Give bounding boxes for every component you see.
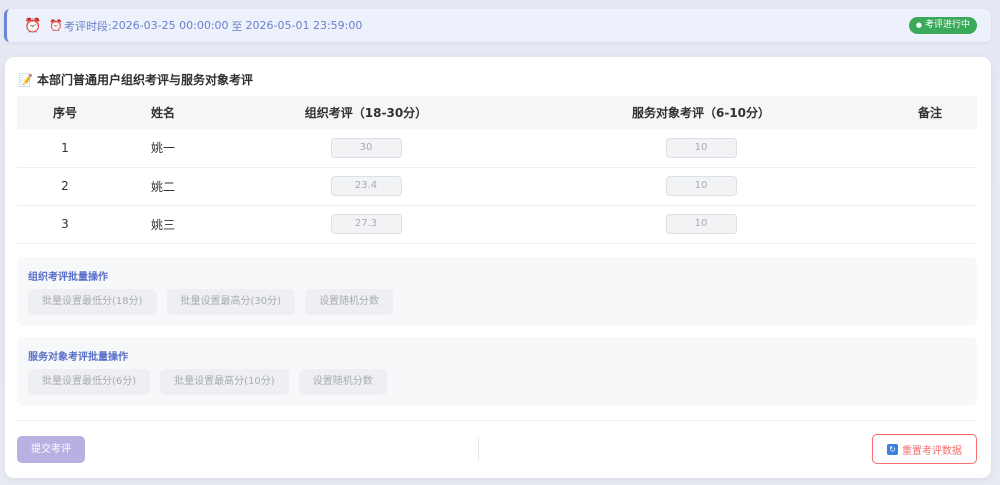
org-score-input[interactable]: 30 (330, 137, 402, 158)
svc-set-max-button[interactable]: 批量设置最高分(10分) (160, 369, 289, 395)
reset-label: 重置考评数据 (902, 445, 962, 457)
card-title: 📝 本部门普通用户组织考评与服务对象考评 (18, 71, 253, 88)
period-end: 2026-05-01 23:59:00 (245, 19, 363, 32)
row-no: 1 (61, 140, 69, 155)
row-no: 3 (61, 217, 69, 231)
alarm-clock-icon: ⏰ (24, 17, 42, 34)
table-header-row: 序号 姓名 组织考评（18-30分） 服务对象考评（6-10分） 备注 (17, 96, 977, 129)
header-note: 备注 (917, 106, 942, 120)
period-start: 2026-03-25 00:00:00 (111, 19, 229, 32)
footer-divider (17, 420, 977, 421)
period-label: 考评时段: (64, 19, 112, 33)
org-score-input[interactable]: 23.4 (330, 176, 402, 196)
svc-score-input[interactable]: 10 (665, 176, 737, 196)
org-set-random-button[interactable]: 设置随机分数 (305, 289, 394, 315)
org-score-input[interactable]: 27.3 (330, 214, 402, 234)
svc-score-input[interactable]: 10 (665, 214, 737, 234)
row-note (883, 167, 977, 205)
org-set-min-button[interactable]: 批量设置最低分(18分) (28, 289, 157, 315)
table-row: 1 姚一 30 10 (17, 129, 977, 167)
svc-score-input[interactable]: 10 (665, 137, 737, 158)
status-dot-icon: ● (915, 21, 922, 29)
row-no: 2 (61, 179, 69, 193)
svc-set-min-button[interactable]: 批量设置最低分(6分) (28, 369, 151, 395)
header-org-score: 组织考评（18-30分） (304, 106, 428, 120)
submit-button[interactable]: 提交考评 (17, 436, 85, 463)
memo-icon: 📝 (18, 72, 33, 87)
row-name: 姚三 (151, 217, 176, 232)
status-badge: ● 考评进行中 (908, 17, 977, 34)
header-svc-score: 服务对象考评（6-10分） (631, 106, 771, 120)
evaluation-card: 📝 本部门普通用户组织考评与服务对象考评 序号 姓名 组织考评（18-30分） … (5, 57, 991, 478)
table-row: 2 姚二 23.4 10 (17, 167, 977, 205)
footer-separator (478, 438, 479, 461)
evaluation-period-banner: ⏰ ⏰ 考评时段: 2026-03-25 00:00:00 至 2026-05-… (4, 9, 991, 42)
evaluation-table: 序号 姓名 组织考评（18-30分） 服务对象考评（6-10分） 备注 1 姚一… (17, 96, 977, 244)
svc-set-random-button[interactable]: 设置随机分数 (298, 369, 387, 395)
period-separator: 至 (231, 19, 243, 33)
card-title-text: 本部门普通用户组织考评与服务对象考评 (37, 73, 254, 87)
row-note (883, 205, 977, 243)
org-batch-panel: 组织考评批量操作 批量设置最低分(18分) 批量设置最高分(30分) 设置随机分… (17, 257, 977, 326)
table-row: 3 姚三 27.3 10 (17, 205, 977, 243)
row-note (883, 129, 977, 167)
status-text: 考评进行中 (924, 20, 970, 30)
org-set-max-button[interactable]: 批量设置最高分(30分) (166, 289, 296, 315)
alarm-clock-icon: ⏰ (49, 18, 63, 32)
svc-batch-title: 服务对象考评批量操作 (28, 352, 128, 363)
row-name: 姚一 (151, 141, 176, 156)
row-name: 姚二 (151, 179, 176, 194)
svc-batch-panel: 服务对象考评批量操作 批量设置最低分(6分) 批量设置最高分(10分) 设置随机… (17, 337, 977, 406)
reset-icon: ↻ (887, 443, 898, 455)
header-name: 姓名 (151, 106, 176, 120)
reset-button[interactable]: ↻ 重置考评数据 (872, 434, 977, 464)
header-no: 序号 (52, 106, 77, 120)
org-batch-title: 组织考评批量操作 (28, 272, 108, 283)
